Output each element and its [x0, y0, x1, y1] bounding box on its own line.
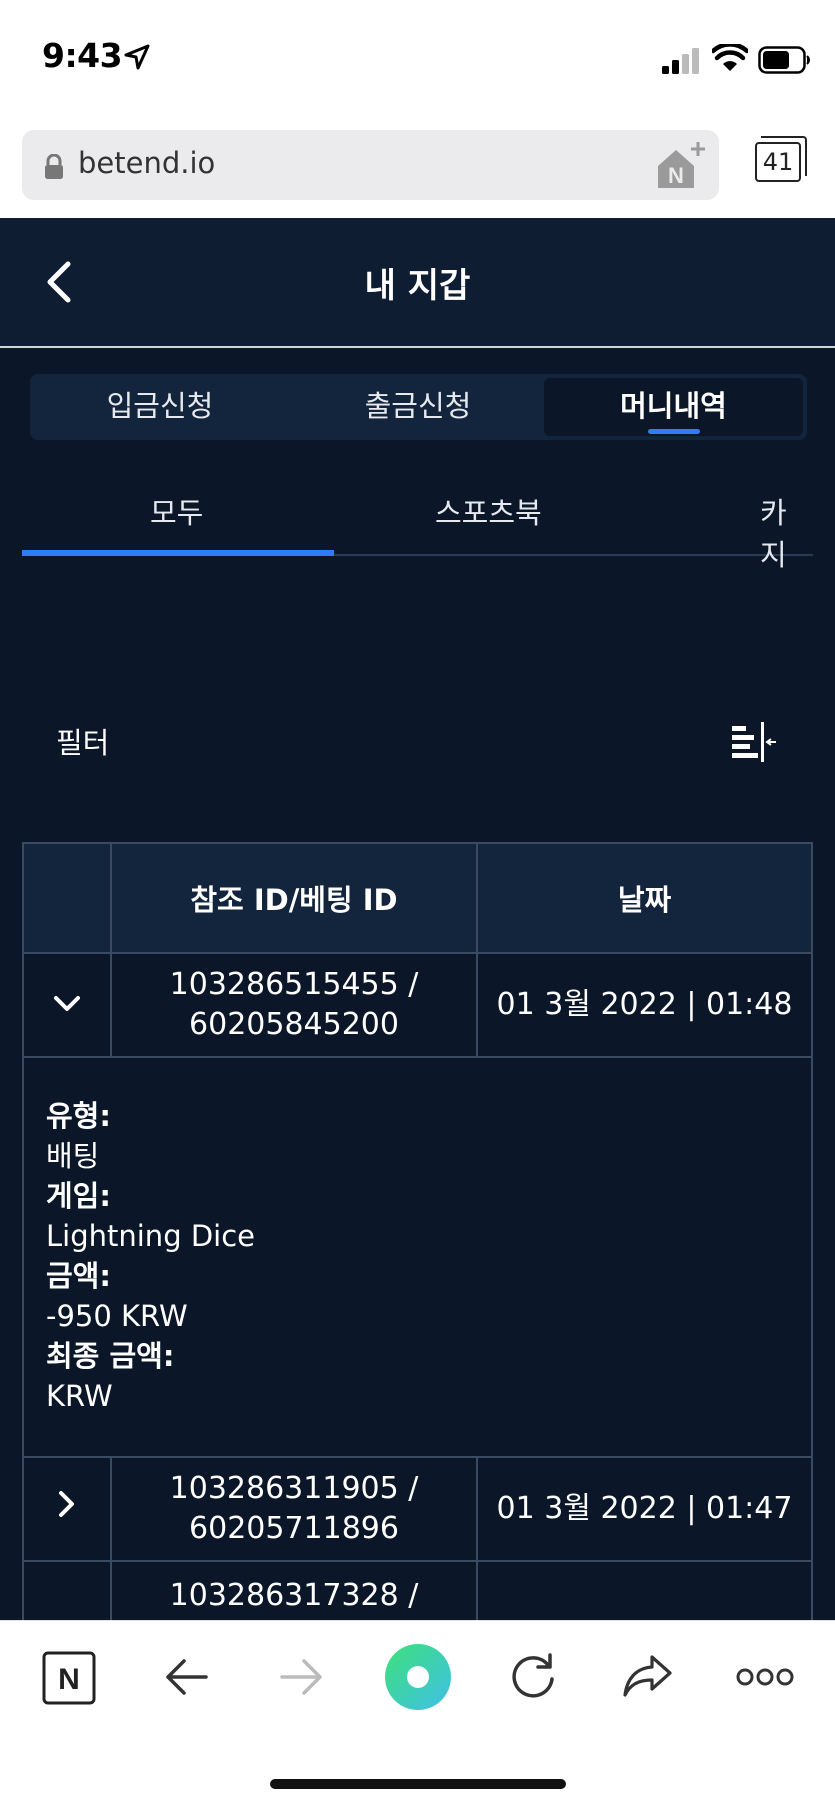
amount-label: 금액:	[46, 1259, 111, 1293]
url-text: betend.io	[78, 146, 216, 180]
status-bar: 9:43	[0, 0, 835, 120]
filter-label: 필터	[56, 726, 110, 760]
game-value: Lightning Dice	[46, 1219, 255, 1253]
cellular-signal-icon	[662, 48, 699, 74]
tab-money-history-label: 머니내역	[620, 389, 727, 423]
amount-value: -950 KRW	[46, 1299, 188, 1333]
row-detail: 유형: 배팅 게임: Lightning Dice 금액: -950 KRW 최…	[22, 1056, 813, 1458]
page-title: 내 지갑	[364, 266, 471, 306]
ref-id: 103286311905 /	[169, 1471, 419, 1506]
collapse-button[interactable]	[22, 952, 112, 1058]
expand-button[interactable]	[22, 1456, 112, 1562]
svg-text:N: N	[58, 1663, 80, 1696]
date-column-header: 날짜	[476, 842, 813, 954]
game-label: 게임:	[46, 1179, 111, 1213]
svg-text:N: N	[668, 163, 684, 188]
page-header: 내 지갑	[0, 218, 835, 348]
wallet-segment-control: 입금신청 출금신청 머니내역	[30, 374, 807, 440]
browser-toolbar: N	[0, 1620, 835, 1808]
tab-withdraw[interactable]: 출금신청	[292, 378, 544, 436]
type-label: 유형:	[46, 1099, 111, 1133]
ref-id: 103286317328 /	[169, 1578, 419, 1613]
chevron-down-icon	[54, 996, 80, 1011]
address-bar[interactable]: betend.io N	[22, 130, 719, 200]
bet-id: 60205711896	[189, 1511, 399, 1546]
browser-address-row: betend.io N 41	[0, 120, 835, 218]
wifi-icon	[712, 44, 748, 71]
subtab-all[interactable]: 모두	[150, 490, 203, 532]
date-cell	[476, 1560, 813, 1620]
tab-deposit-label: 입금신청	[106, 389, 214, 423]
status-time: 9:43	[42, 36, 123, 75]
ref-id: 103286515455 /	[169, 967, 419, 1002]
final-amount-value: KRW	[46, 1379, 113, 1413]
table-row[interactable]: 103286311905 / 60205711896 01 3월 2022 | …	[22, 1456, 813, 1562]
forward-arrow-icon[interactable]	[280, 1657, 324, 1697]
share-icon[interactable]	[622, 1653, 674, 1699]
final-amount-label: 최종 금액:	[46, 1339, 175, 1373]
more-icon[interactable]	[736, 1667, 794, 1687]
subtab-sportsbook[interactable]: 스포츠북	[435, 490, 542, 532]
wallet-page: 내 지갑 입금신청 출금신청 머니내역 모두 스포츠북 카지 필터 참조 ID/…	[0, 218, 835, 1620]
active-tab-indicator	[647, 429, 700, 434]
add-home-icon[interactable]: N	[654, 140, 706, 190]
chevron-right-icon	[59, 1490, 74, 1517]
naver-icon[interactable]: N	[42, 1651, 96, 1705]
reload-icon[interactable]	[508, 1651, 558, 1701]
record-icon[interactable]	[384, 1643, 452, 1711]
ref-id-column-header: 참조 ID/베팅 ID	[110, 842, 478, 954]
type-value: 배팅	[46, 1139, 100, 1173]
filter-collapse-icon[interactable]	[732, 722, 778, 764]
ref-id-cell: 103286317328 /	[110, 1560, 478, 1620]
back-arrow-icon[interactable]	[164, 1657, 208, 1697]
location-arrow-icon	[124, 44, 150, 70]
ref-id-cell: 103286311905 / 60205711896	[110, 1456, 478, 1562]
ref-id-cell: 103286515455 / 60205845200	[110, 952, 478, 1058]
expand-button[interactable]	[22, 1560, 112, 1620]
table-header-row: 참조 ID/베팅 ID 날짜	[22, 842, 813, 954]
detail-panel: 유형: 배팅 게임: Lightning Dice 금액: -950 KRW 최…	[22, 1056, 813, 1458]
category-tabs: 모두 스포츠북 카지	[22, 480, 813, 572]
transaction-table: 참조 ID/베팅 ID 날짜 103286515455 / 6020584520…	[22, 842, 813, 1620]
table-row[interactable]: 103286515455 / 60205845200 01 3월 2022 | …	[22, 952, 813, 1058]
tab-withdraw-label: 출금신청	[364, 389, 472, 423]
tab-deposit[interactable]: 입금신청	[34, 378, 286, 436]
home-indicator	[270, 1779, 566, 1789]
date-cell: 01 3월 2022 | 01:48	[476, 952, 813, 1058]
tab-money-history[interactable]: 머니내역	[544, 378, 803, 436]
subtab-casino[interactable]: 카지	[760, 490, 813, 574]
subtab-active-indicator	[22, 550, 334, 556]
tabs-count-button[interactable]: 41	[755, 136, 807, 182]
date-cell: 01 3월 2022 | 01:47	[476, 1456, 813, 1562]
lock-icon	[45, 154, 63, 179]
bet-id: 60205845200	[189, 1007, 399, 1042]
battery-icon	[758, 46, 810, 74]
table-row[interactable]: 103286317328 /	[22, 1560, 813, 1620]
expand-column-header	[22, 842, 112, 954]
